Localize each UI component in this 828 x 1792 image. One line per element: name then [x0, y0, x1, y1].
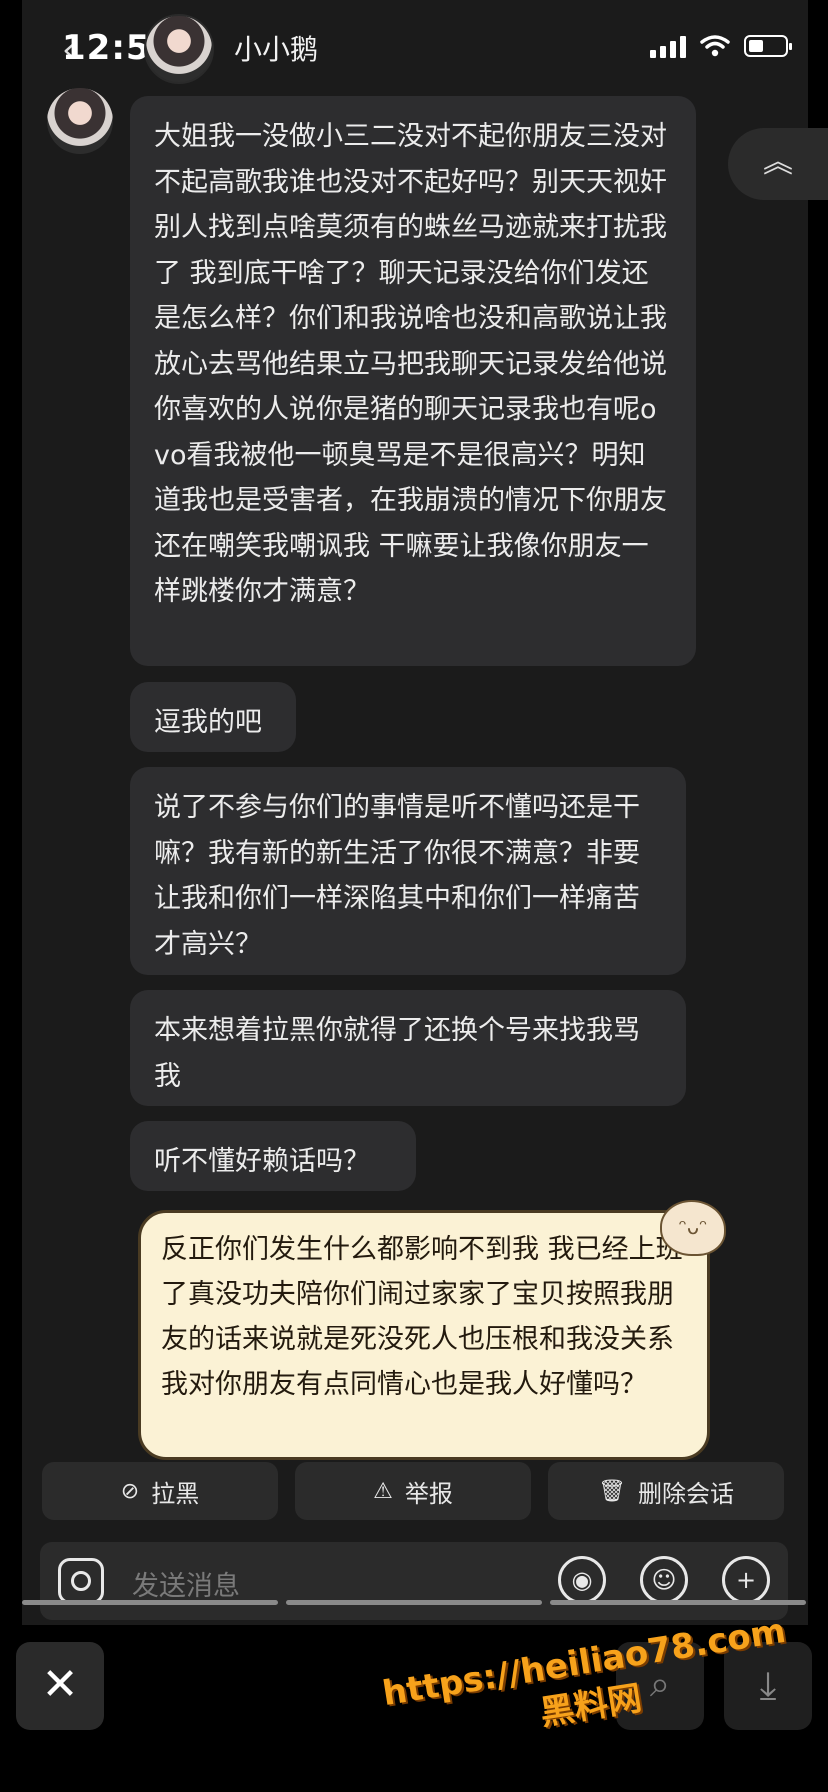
- message-bubble: 听不懂好赖话吗？: [130, 1121, 416, 1191]
- watermark: https://heiliao78.com 黑料网: [373, 1608, 807, 1792]
- message-bubble-decorated: 反正你们发生什么都影响不到我 我已经上班了真没功夫陪你们闹过家家了宝贝按照我朋友…: [138, 1210, 710, 1460]
- warning-icon: ⚠: [373, 1478, 393, 1504]
- story-progress-bar: [550, 1600, 806, 1605]
- delete-conversation-button[interactable]: 🗑 删除会话: [548, 1462, 784, 1520]
- trash-icon: 🗑: [598, 1478, 626, 1504]
- block-button[interactable]: ⊘ 拉黑: [42, 1462, 278, 1520]
- close-button[interactable]: ✕: [16, 1642, 104, 1730]
- block-icon: ⊘: [120, 1478, 140, 1504]
- story-progress-bar: [286, 1600, 542, 1605]
- wifi-icon: [700, 35, 730, 57]
- report-button[interactable]: ⚠ 举报: [295, 1462, 531, 1520]
- signal-icon: [650, 34, 686, 58]
- status-icons: [650, 34, 792, 58]
- battery-icon: [744, 35, 792, 57]
- contact-name[interactable]: 小小鹅: [234, 28, 318, 68]
- scroll-to-top-button[interactable]: ︽: [728, 128, 828, 200]
- story-progress-bar: [22, 1600, 278, 1605]
- plus-icon[interactable]: +: [722, 1556, 770, 1604]
- message-bubble: 逗我的吧: [130, 682, 296, 752]
- block-label: 拉黑: [151, 1479, 200, 1508]
- voice-icon[interactable]: ◉: [558, 1556, 606, 1604]
- message-input[interactable]: 发送消息: [132, 1564, 240, 1603]
- report-label: 举报: [404, 1479, 453, 1508]
- close-icon: ✕: [41, 1659, 79, 1710]
- delete-label: 删除会话: [637, 1479, 734, 1508]
- message-bubble: 大姐我一没做小三二没对不起你朋友三没对不起高歌我谁也没对不起好吗？别天天视奸别人…: [130, 96, 696, 666]
- contact-avatar[interactable]: [144, 14, 214, 84]
- camera-icon[interactable]: [58, 1558, 104, 1604]
- message-bubble: 本来想着拉黑你就得了还换个号来找我骂我: [130, 990, 686, 1106]
- sticker-decoration-icon: ᵔᴗᵔ: [660, 1200, 726, 1256]
- double-chevron-up-icon: ︽: [763, 145, 793, 180]
- message-avatar[interactable]: [47, 88, 113, 154]
- emoji-icon[interactable]: ☺: [640, 1556, 688, 1604]
- message-bubble: 说了不参与你们的事情是听不懂吗还是干嘛？我有新的新生活了你很不满意？非要让我和你…: [130, 767, 686, 975]
- message-input-bar: 发送消息 ◉ ☺ +: [40, 1542, 788, 1620]
